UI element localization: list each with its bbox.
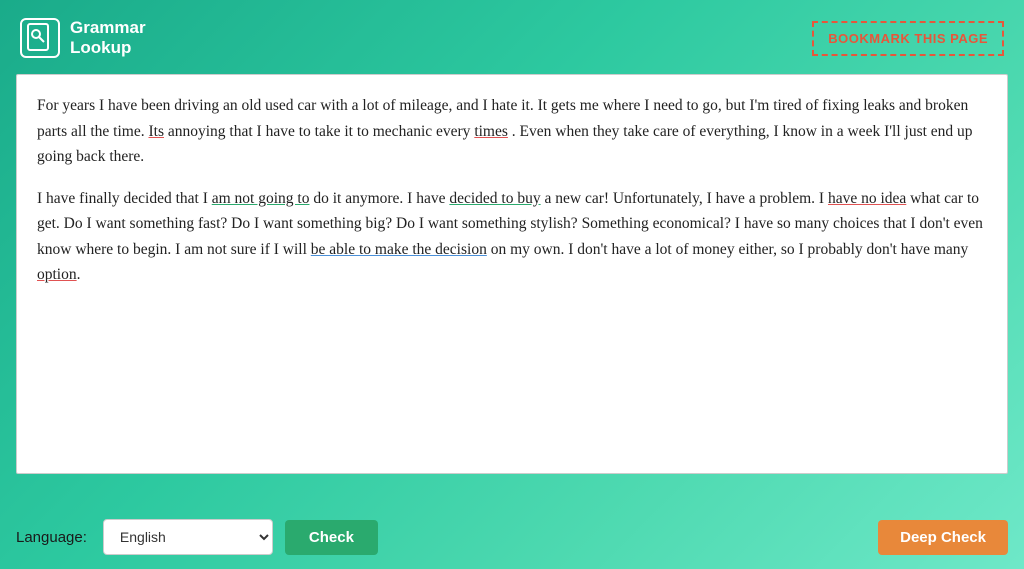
para1-text2: annoying that I have to take it to mecha…: [168, 123, 471, 140]
logo-line2: Lookup: [70, 38, 146, 58]
be-able-to-make: be able to make the decision: [311, 241, 487, 258]
logo-line1: Grammar: [70, 18, 146, 38]
am-not-going-to: am not going to: [212, 190, 310, 207]
decided-to-buy: decided to buy: [449, 190, 540, 207]
language-label: Language:: [16, 529, 87, 546]
bottom-bar: Language: English Spanish French German …: [0, 505, 1024, 569]
its-word: Its: [148, 123, 164, 140]
period: .: [77, 266, 81, 283]
check-button[interactable]: Check: [285, 520, 378, 555]
logo-area: Grammar Lookup: [20, 18, 146, 59]
deep-check-button[interactable]: Deep Check: [878, 520, 1008, 555]
option-word: option: [37, 266, 77, 283]
paragraph-1: For years I have been driving an old use…: [37, 93, 987, 170]
paragraph-2: I have finally decided that I am not goi…: [37, 186, 987, 288]
language-select[interactable]: English Spanish French German Portuguese: [103, 519, 273, 555]
text-editor[interactable]: For years I have been driving an old use…: [16, 74, 1008, 474]
para2-end: on my own. I don't have a lot of money e…: [491, 241, 969, 258]
para2-mid2: a new car! Unfortunately, I have a probl…: [545, 190, 825, 207]
logo-text: Grammar Lookup: [70, 18, 146, 59]
bookmark-button[interactable]: BOOKMARK THIS PAGE: [812, 21, 1004, 56]
times-word: times: [474, 123, 508, 140]
have-no-idea: have no idea: [828, 190, 906, 207]
para2-start: I have finally decided that I: [37, 190, 208, 207]
logo-icon: [20, 18, 60, 58]
header: Grammar Lookup BOOKMARK THIS PAGE: [0, 0, 1024, 74]
main-area: For years I have been driving an old use…: [0, 74, 1024, 505]
para2-mid1: do it anymore. I have: [313, 190, 445, 207]
